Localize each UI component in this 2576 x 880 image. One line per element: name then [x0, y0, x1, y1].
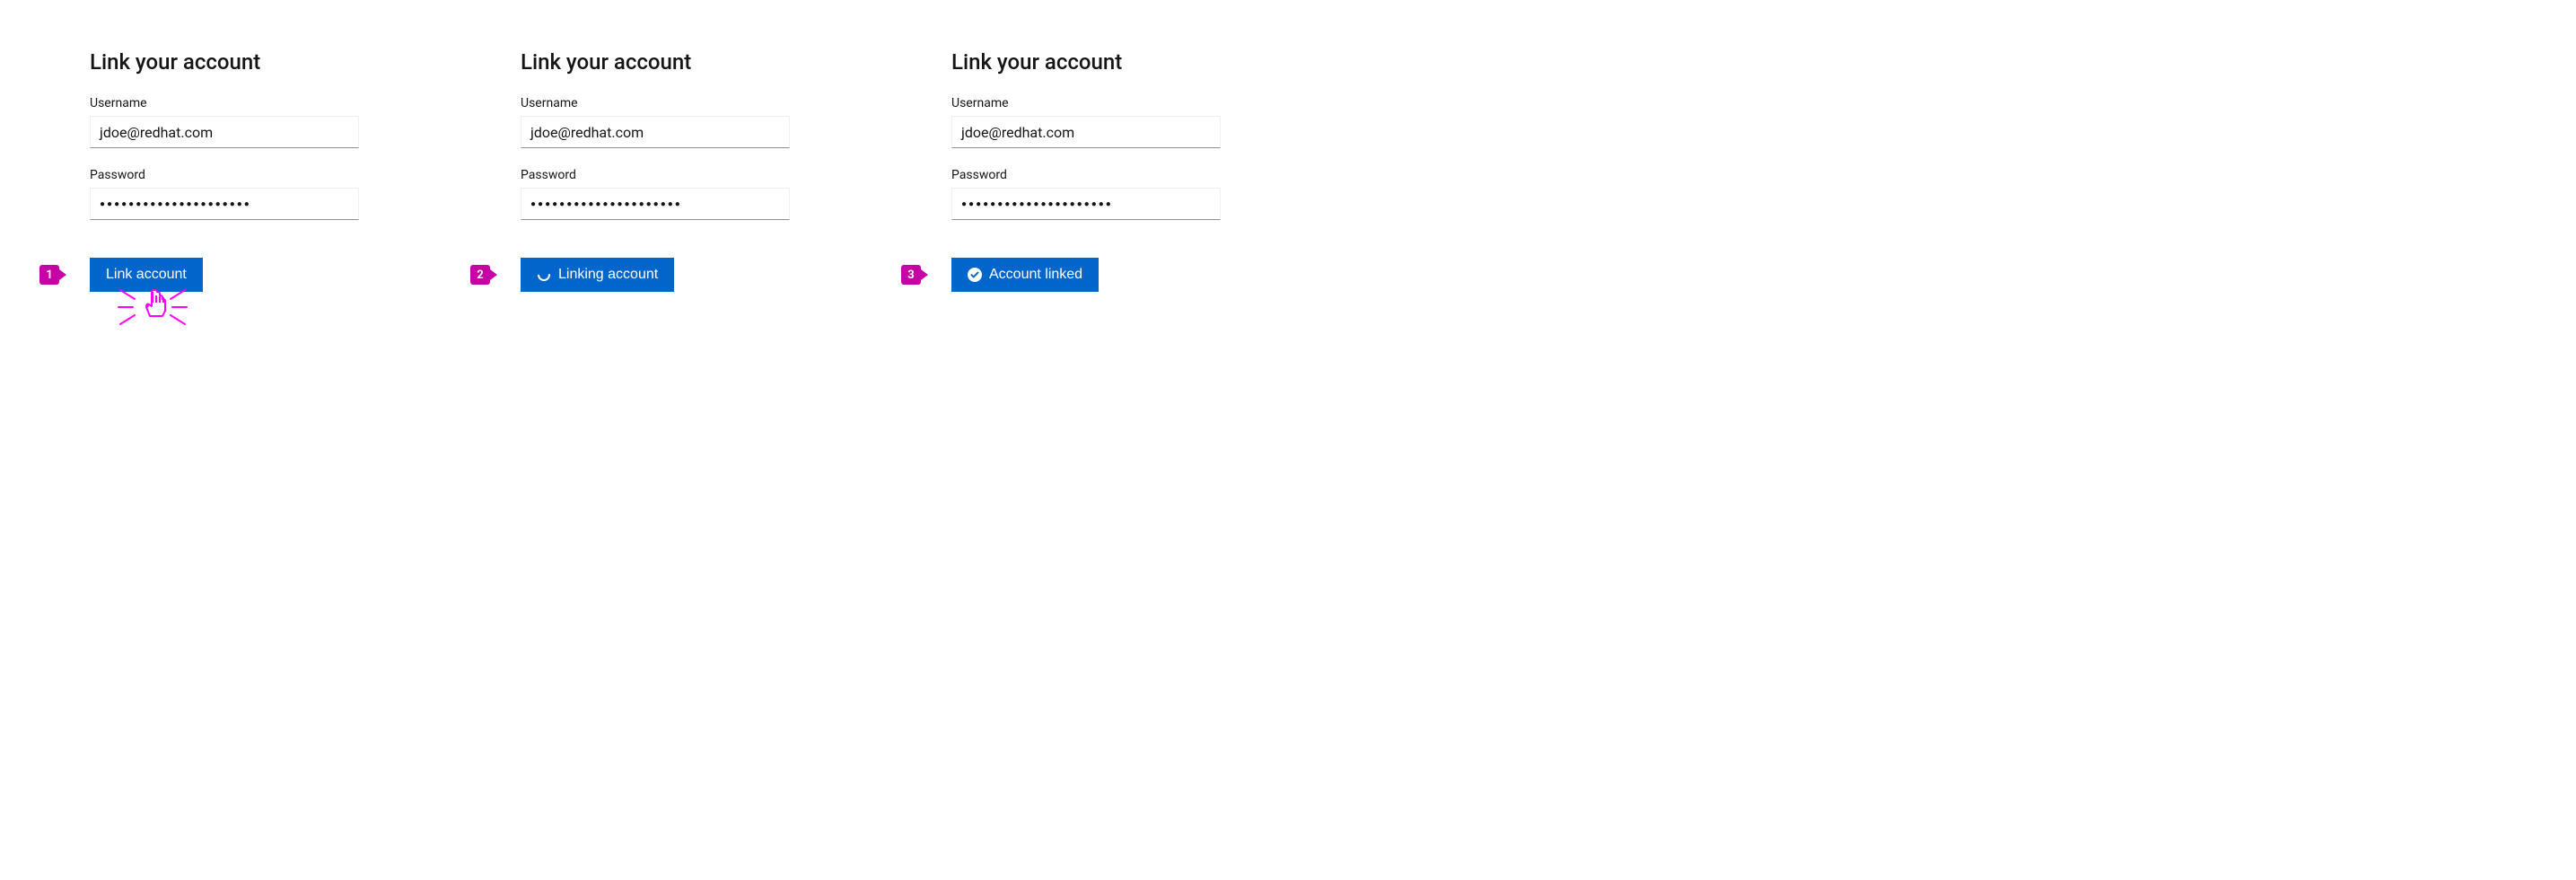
panel-title: Link your account	[521, 49, 790, 75]
link-account-button[interactable]: Link account	[90, 258, 203, 292]
password-label: Password	[521, 168, 790, 182]
password-label: Password	[951, 168, 1221, 182]
button-label: Linking account	[558, 267, 658, 283]
username-label: Username	[951, 96, 1221, 110]
username-label: Username	[90, 96, 359, 110]
username-input[interactable]: jdoe@redhat.com	[90, 116, 359, 148]
link-account-panel-2: Link your account Username jdoe@redhat.c…	[521, 49, 790, 292]
step-badge-2: 2	[470, 265, 490, 285]
step-badge-1: 1	[39, 265, 59, 285]
step-badge-3: 3	[901, 265, 921, 285]
button-label: Account linked	[989, 267, 1082, 283]
link-account-button[interactable]: Linking account	[521, 258, 674, 292]
check-circle-icon	[968, 268, 982, 282]
link-account-button[interactable]: Account linked	[951, 258, 1099, 292]
button-label: Link account	[106, 267, 187, 283]
username-input[interactable]: jdoe@redhat.com	[521, 116, 790, 148]
username-label: Username	[521, 96, 790, 110]
password-input[interactable]: ●●●●●●●●●●●●●●●●●●●●●	[521, 188, 790, 220]
username-input[interactable]: jdoe@redhat.com	[951, 116, 1221, 148]
link-account-panel-3: Link your account Username jdoe@redhat.c…	[951, 49, 1221, 292]
link-account-panel-1: Link your account Username jdoe@redhat.c…	[90, 49, 359, 292]
panel-title: Link your account	[90, 49, 359, 75]
password-label: Password	[90, 168, 359, 182]
password-input[interactable]: ●●●●●●●●●●●●●●●●●●●●●	[951, 188, 1221, 220]
password-input[interactable]: ●●●●●●●●●●●●●●●●●●●●●	[90, 188, 359, 220]
spinner-icon	[537, 268, 551, 282]
panel-title: Link your account	[951, 49, 1221, 75]
